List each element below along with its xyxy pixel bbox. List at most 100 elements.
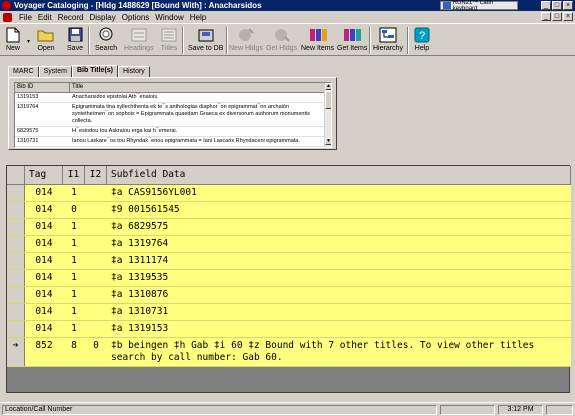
column-header-subfield[interactable]: Subfield Data — [107, 166, 571, 184]
indicator1-cell[interactable]: 0 — [63, 202, 85, 218]
tag-cell[interactable]: 852 — [25, 338, 63, 366]
subfield-data-cell[interactable]: ‡a 1311174 — [107, 253, 571, 269]
table-row[interactable]: 014 1 ‡a 1311174 — [7, 253, 571, 270]
indicator1-cell[interactable]: 1 — [63, 304, 85, 320]
tab-system[interactable]: System — [38, 66, 72, 77]
get-hldgs-button[interactable]: Get Hldgs — [266, 26, 297, 52]
menu-edit[interactable]: Edit — [35, 13, 55, 22]
new-items-button[interactable]: New Items — [301, 26, 334, 52]
tag-cell[interactable]: 014 — [25, 304, 63, 320]
row-selector[interactable]: ➔ — [7, 338, 25, 366]
indicator2-cell[interactable] — [85, 304, 107, 320]
scroll-down-icon[interactable]: ▼ — [325, 138, 331, 145]
row-selector[interactable] — [7, 321, 25, 337]
language-indicator[interactable]: RUN21™ Latin keyboard — [440, 0, 518, 12]
headings-button[interactable]: Headings — [124, 26, 154, 52]
indicator2-cell[interactable]: 0 — [85, 338, 107, 366]
table-row[interactable]: 014 1 ‡a 1310731 — [7, 304, 571, 321]
doc-minimize-button[interactable]: _ — [541, 12, 551, 21]
save-to-db-button[interactable]: Save to DB — [188, 26, 223, 52]
table-row[interactable]: 014 1 ‡a 1319535 — [7, 270, 571, 287]
indicator1-cell[interactable]: 1 — [63, 321, 85, 337]
hierarchy-button[interactable]: Hierarchy — [373, 26, 403, 52]
subfield-data-cell[interactable]: ‡a 1310731 — [107, 304, 571, 320]
row-selector[interactable] — [7, 304, 25, 320]
indicator2-cell[interactable] — [85, 253, 107, 269]
row-selector[interactable] — [7, 236, 25, 252]
indicator1-cell[interactable]: 1 — [63, 253, 85, 269]
column-header-tag[interactable]: Tag — [25, 166, 63, 184]
list-item[interactable]: 1310731 Ianou Laskare¯os tou Rhyndak¯eno… — [15, 137, 331, 147]
bib-titles-list[interactable]: Bib ID Title 1319153 Anacharsidos episto… — [14, 82, 332, 148]
app-icon[interactable] — [2, 1, 11, 10]
indicator1-cell[interactable]: 1 — [63, 287, 85, 303]
row-selector[interactable] — [7, 219, 25, 235]
indicator2-cell[interactable] — [85, 287, 107, 303]
table-row[interactable]: 014 1 ‡a 1319153 — [7, 321, 571, 338]
tag-cell[interactable]: 014 — [25, 287, 63, 303]
column-header-i1[interactable]: I1 — [63, 166, 85, 184]
tag-cell[interactable]: 014 — [25, 253, 63, 269]
maximize-button[interactable]: □ — [552, 1, 562, 10]
get-items-button[interactable]: Get Items — [337, 26, 367, 52]
minimize-button[interactable]: _ — [541, 1, 551, 10]
table-row[interactable]: 014 1 ‡a 6829575 — [7, 219, 571, 236]
subfield-data-cell[interactable]: ‡a 6829575 — [107, 219, 571, 235]
new-dropdown-icon[interactable]: ▾ — [27, 38, 30, 45]
menu-options[interactable]: Options — [119, 13, 153, 22]
indicator1-cell[interactable]: 1 — [63, 185, 85, 201]
column-header-i2[interactable]: I2 — [85, 166, 107, 184]
close-button[interactable]: × — [563, 1, 573, 10]
column-header-title[interactable]: Title — [70, 83, 331, 92]
table-row[interactable]: 014 0 ‡9 001561545 — [7, 202, 571, 219]
save-button[interactable]: Save — [66, 26, 84, 52]
list-item[interactable]: 1319153 Anacharsidos epistolai Ath¯enaio… — [15, 93, 331, 103]
menu-file[interactable]: File — [16, 13, 35, 22]
subfield-data-cell[interactable]: ‡a CAS9156YL001 — [107, 185, 571, 201]
indicator2-cell[interactable] — [85, 236, 107, 252]
list-item[interactable]: 1319764 Epigrammata tina syllechthenta e… — [15, 103, 331, 127]
menu-window[interactable]: Window — [152, 13, 186, 22]
list-item[interactable]: 6829575 H¯esiodou tou Askraiou erga kai … — [15, 127, 331, 137]
table-row[interactable]: 014 1 ‡a CAS9156YL001 — [7, 185, 571, 202]
open-button[interactable]: Open — [37, 26, 55, 52]
row-selector[interactable] — [7, 287, 25, 303]
indicator1-cell[interactable]: 1 — [63, 270, 85, 286]
scroll-up-icon[interactable]: ▲ — [325, 83, 331, 90]
subfield-data-cell[interactable]: ‡b beingen ‡h Gab ‡i 60 ‡z Bound with 7 … — [107, 338, 571, 366]
indicator1-cell[interactable]: 1 — [63, 236, 85, 252]
table-row[interactable]: ➔ 852 8 0 ‡b beingen ‡h Gab ‡i 60 ‡z Bound w… — [7, 338, 571, 367]
indicator1-cell[interactable]: 1 — [63, 219, 85, 235]
row-selector[interactable] — [7, 185, 25, 201]
tab-marc[interactable]: MARC — [8, 66, 39, 77]
marc-grid[interactable]: Tag I1 I2 Subfield Data 014 1 ‡a CAS9156YL… — [7, 166, 571, 367]
subfield-data-cell[interactable]: ‡9 001561545 — [107, 202, 571, 218]
tab-history[interactable]: History — [118, 66, 150, 77]
row-selector[interactable] — [7, 253, 25, 269]
indicator2-cell[interactable] — [85, 321, 107, 337]
tag-cell[interactable]: 014 — [25, 321, 63, 337]
document-menu-icon[interactable] — [3, 12, 12, 22]
new-button[interactable]: New — [4, 26, 22, 52]
help-button[interactable]: ? Help — [413, 26, 431, 52]
tag-cell[interactable]: 014 — [25, 202, 63, 218]
search-button[interactable]: Search — [95, 26, 117, 52]
indicator2-cell[interactable] — [85, 270, 107, 286]
indicator1-cell[interactable]: 8 — [63, 338, 85, 366]
subfield-data-cell[interactable]: ‡a 1310876 — [107, 287, 571, 303]
table-row[interactable]: 014 1 ‡a 1319764 — [7, 236, 571, 253]
indicator2-cell[interactable] — [85, 185, 107, 201]
row-selector[interactable] — [7, 270, 25, 286]
list-scrollbar[interactable]: ▲ ▼ — [324, 83, 331, 147]
indicator2-cell[interactable] — [85, 202, 107, 218]
tag-cell[interactable]: 014 — [25, 270, 63, 286]
subfield-data-cell[interactable]: ‡a 1319153 — [107, 321, 571, 337]
subfield-data-cell[interactable]: ‡a 1319764 — [107, 236, 571, 252]
column-header-bib-id[interactable]: Bib ID — [15, 83, 70, 92]
table-row[interactable]: 014 1 ‡a 1310876 — [7, 287, 571, 304]
menu-help[interactable]: Help — [187, 13, 209, 22]
tag-cell[interactable]: 014 — [25, 185, 63, 201]
doc-restore-button[interactable]: □ — [552, 12, 562, 21]
tab-bib-titles[interactable]: Bib Title(s) — [71, 65, 119, 77]
indicator2-cell[interactable] — [85, 219, 107, 235]
